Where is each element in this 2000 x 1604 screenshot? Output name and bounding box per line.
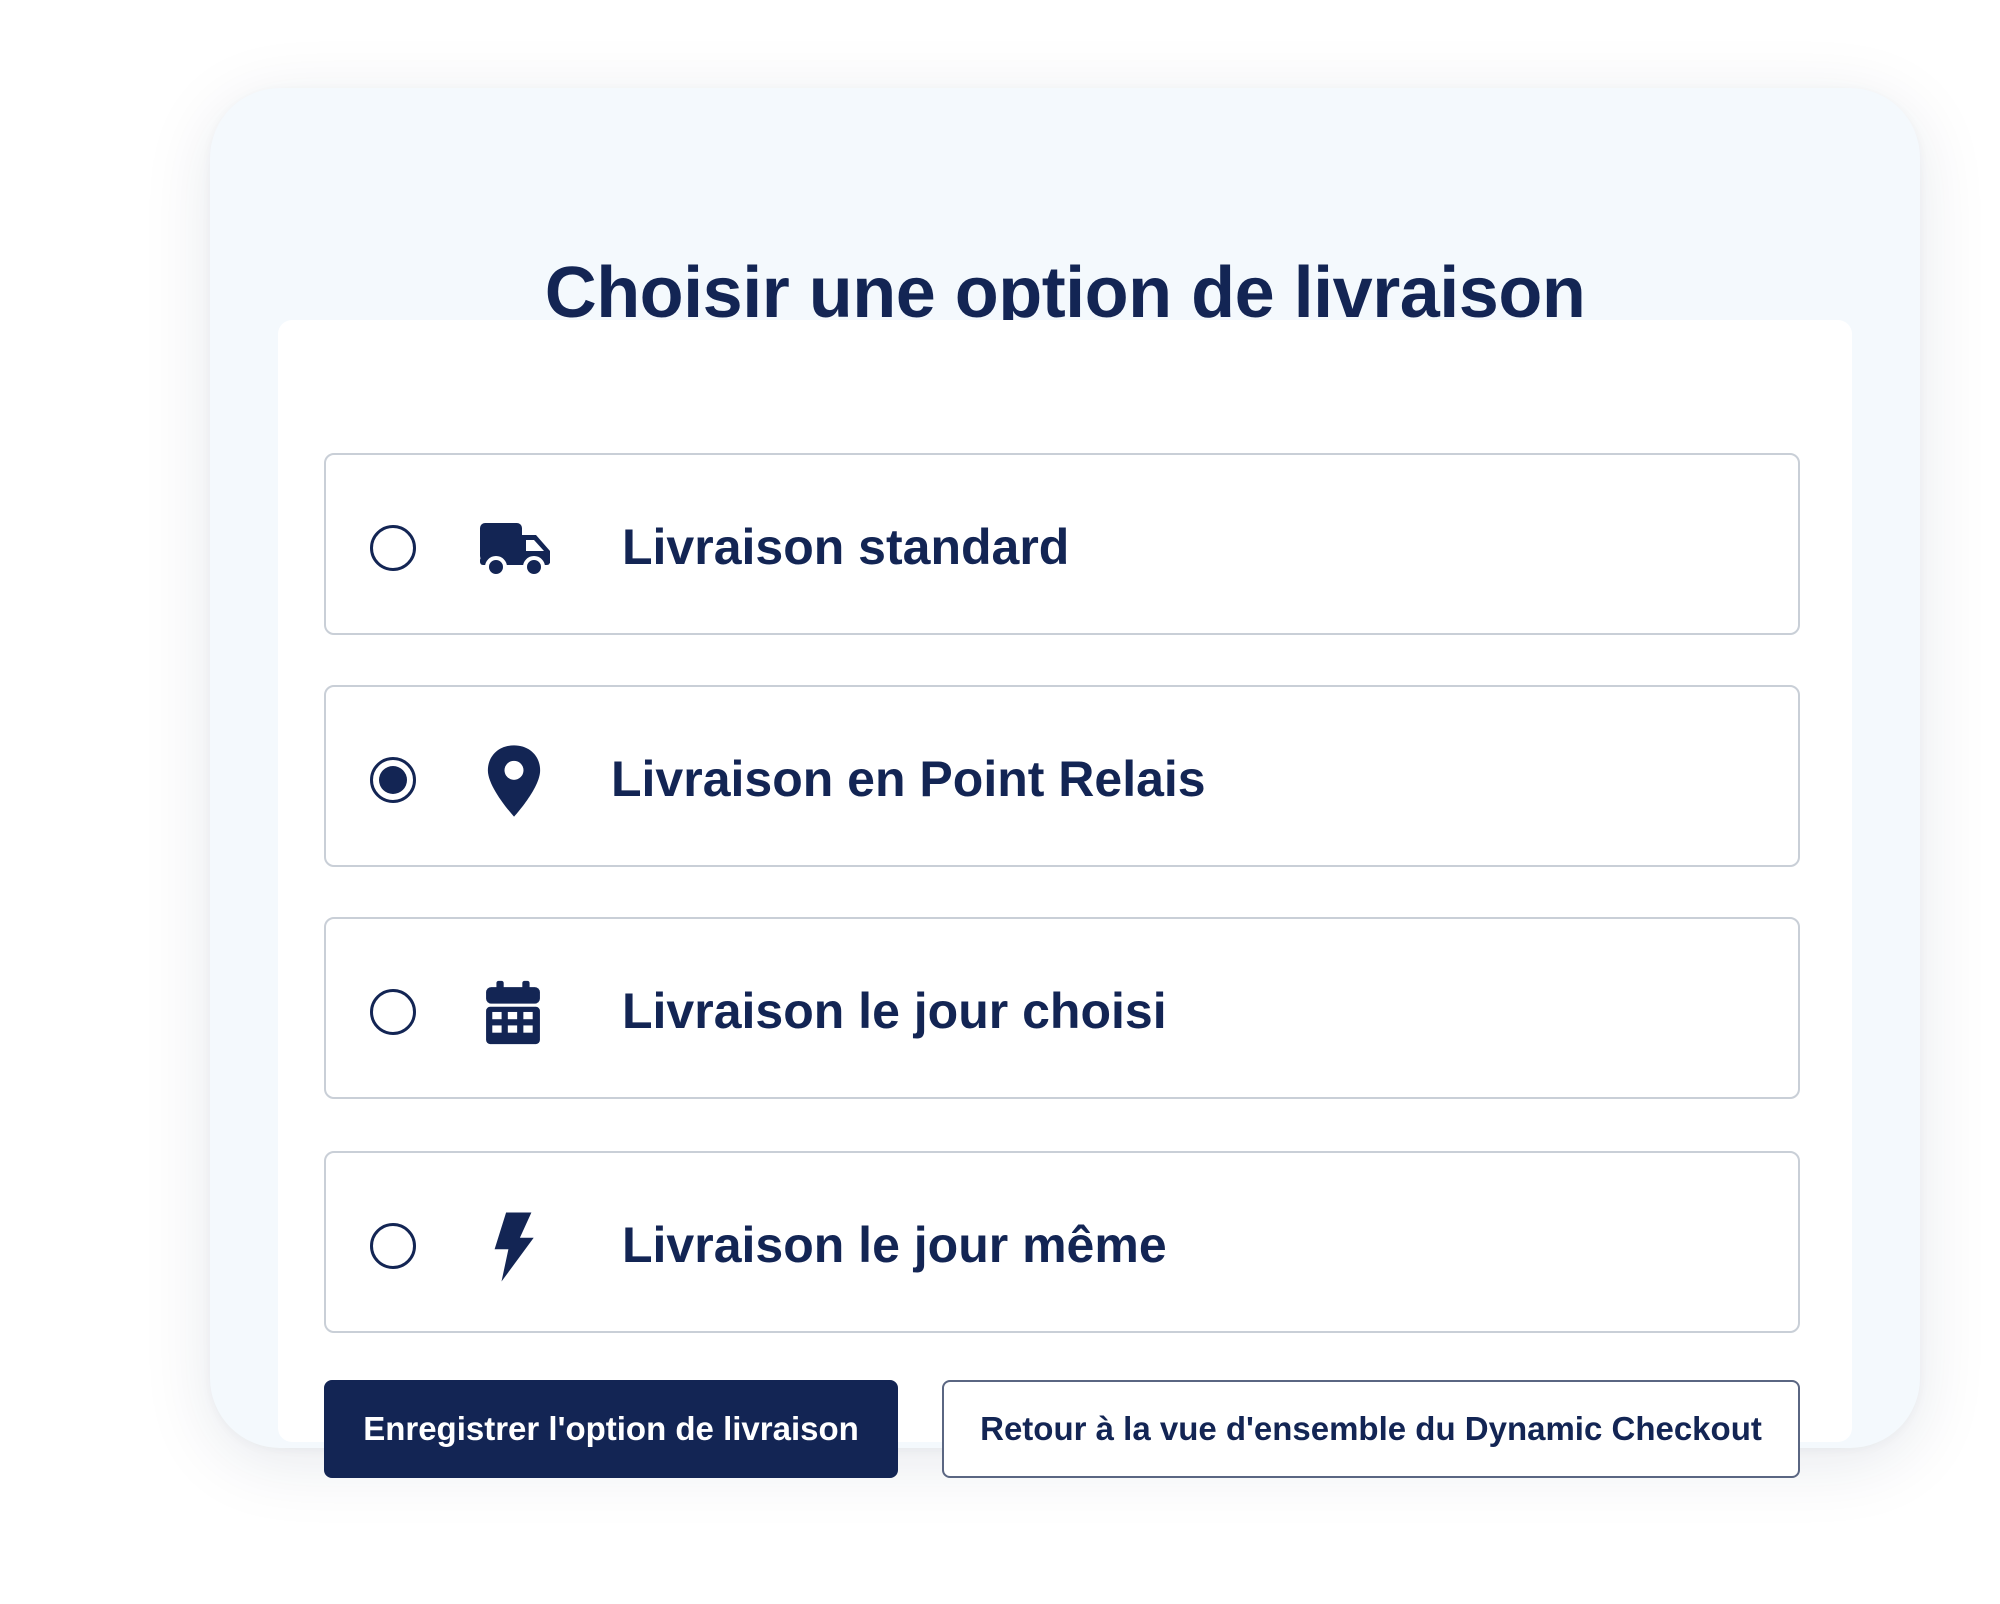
option-standard-delivery[interactable]: Livraison standard <box>324 453 1800 635</box>
back-to-overview-button[interactable]: Retour à la vue d'ensemble du Dynamic Ch… <box>942 1380 1800 1478</box>
radio-same-day-delivery[interactable] <box>370 1223 416 1269</box>
radio-chosen-day-delivery[interactable] <box>370 989 416 1035</box>
option-label-chosen-day-delivery: Livraison le jour choisi <box>622 983 1167 1039</box>
option-label-relay-point-delivery: Livraison en Point Relais <box>611 751 1206 807</box>
save-delivery-option-button[interactable]: Enregistrer l'option de livraison <box>324 1380 898 1478</box>
option-chosen-day-delivery[interactable]: Livraison le jour choisi <box>324 917 1800 1099</box>
option-same-day-delivery[interactable]: Livraison le jour même <box>324 1151 1800 1333</box>
delivery-options-card: Choisir une option de livraison Livraiso… <box>210 88 1920 1478</box>
option-label-standard-delivery: Livraison standard <box>622 519 1070 575</box>
radio-relay-point-delivery[interactable] <box>370 757 416 803</box>
options-panel: Livraison standard Livraison en Point Re… <box>278 320 1852 1478</box>
lightning-bolt-icon <box>490 1209 536 1285</box>
option-label-same-day-delivery: Livraison le jour même <box>622 1217 1167 1273</box>
truck-icon <box>478 511 554 587</box>
map-pin-icon <box>484 743 544 819</box>
option-relay-point-delivery[interactable]: Livraison en Point Relais <box>324 685 1800 867</box>
calendar-icon <box>484 975 542 1051</box>
radio-standard-delivery[interactable] <box>370 525 416 571</box>
